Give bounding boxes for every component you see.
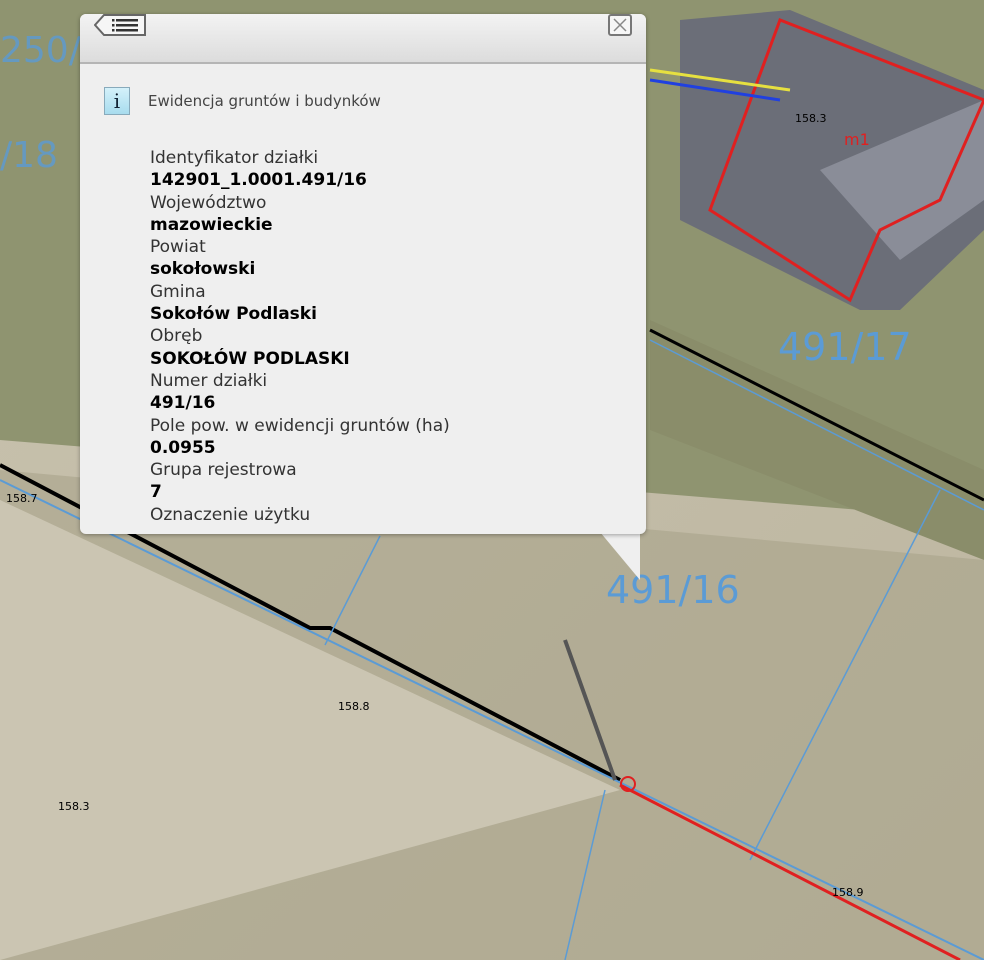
list-back-icon	[93, 14, 146, 36]
field-value: sokołowski	[150, 259, 256, 280]
parcel-label: /18	[0, 135, 58, 176]
field-value: 142901_1.0001.491/16	[150, 170, 367, 191]
field-value: mazowieckie	[150, 214, 273, 235]
field-value: Sokołów Podlaski	[150, 304, 317, 325]
parcel-label: 491/17	[778, 325, 912, 369]
elevation-label: 158.3	[58, 800, 90, 813]
field-label: Grupa rejestrowa	[150, 460, 297, 481]
field-label: Identyfikator działki	[150, 148, 319, 168]
field-label: Numer działki	[150, 370, 268, 391]
popup-header	[80, 14, 646, 64]
field-value: 7	[150, 482, 162, 503]
building-label: m1	[844, 130, 870, 149]
field-label: Pole pow. w ewidencji gruntów (ha)	[150, 415, 450, 436]
field-label: Oznaczenie użytku	[150, 504, 311, 525]
section-title: Ewidencja gruntów i budynków	[148, 92, 381, 110]
field-value: 0.0955	[150, 437, 216, 458]
field-label: Gmina	[150, 281, 206, 302]
close-icon	[613, 18, 627, 32]
field-label: Powiat	[150, 237, 206, 258]
elevation-label: 158.9	[832, 886, 864, 899]
elevation-label: 158.3	[795, 112, 827, 125]
attribute-list: Identyfikator działki 142901_1.0001.491/…	[150, 147, 450, 526]
feature-info-popup: i Ewidencja gruntów i budynków Identyfik…	[80, 14, 646, 534]
back-to-list-button[interactable]	[93, 14, 146, 36]
info-icon: i	[104, 87, 130, 115]
elevation-label: 158.8	[338, 700, 370, 713]
close-button[interactable]	[608, 14, 632, 36]
field-label: Województwo	[150, 192, 267, 213]
field-value: SOKOŁÓW PODLASKI	[150, 348, 350, 369]
section-header: i Ewidencja gruntów i budynków	[104, 87, 381, 115]
elevation-label: 158.7	[6, 492, 38, 505]
field-label: Obręb	[150, 326, 203, 347]
field-value: 491/16	[150, 393, 216, 414]
popup-pointer	[600, 532, 640, 580]
